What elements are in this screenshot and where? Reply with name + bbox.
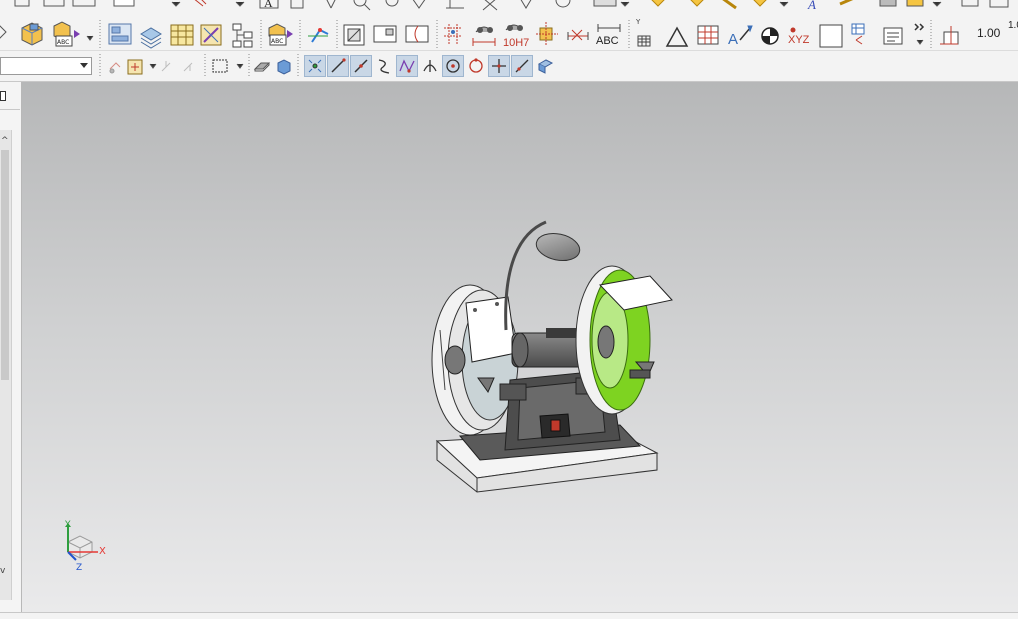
svg-text:A: A — [807, 0, 816, 12]
sketch-icon — [43, 0, 65, 7]
snap-mid-button[interactable] — [350, 55, 372, 77]
flag-icon — [651, 0, 665, 7]
text-note-button[interactable] — [882, 22, 906, 48]
layers-button[interactable] — [138, 20, 166, 46]
scale-value-2[interactable]: 1.0 — [1008, 20, 1018, 31]
break-view-button[interactable] — [404, 20, 430, 46]
section-button[interactable] — [342, 20, 368, 46]
detail-view-button[interactable] — [372, 20, 398, 46]
leader-a-label: A — [728, 31, 739, 48]
grid-button[interactable] — [442, 20, 466, 46]
dimension-icon — [14, 0, 30, 7]
scroll-up-icon[interactable]: ^ — [1, 136, 9, 146]
table-button[interactable] — [168, 20, 196, 46]
snap-point-button[interactable] — [304, 55, 326, 77]
snap-cross-button[interactable] — [488, 55, 510, 77]
ordinate-button[interactable] — [566, 20, 590, 46]
xyz-label: XYZ — [788, 34, 810, 46]
zoom-icon — [353, 0, 367, 7]
graphics-viewport[interactable]: Y X Z — [22, 82, 1018, 612]
dim-horizontal-button[interactable] — [471, 20, 497, 46]
datum-button[interactable] — [758, 20, 784, 48]
snap-circle-icon — [469, 58, 483, 73]
snap-arc-icon — [399, 59, 415, 73]
point-icon — [326, 0, 336, 9]
snap-circle-button[interactable] — [465, 55, 487, 77]
surface-y-label: Y — [636, 18, 641, 26]
surface-finish-button[interactable]: Y — [636, 18, 660, 48]
box-select-button[interactable] — [211, 55, 245, 77]
measure-button[interactable] — [198, 20, 226, 46]
scroll-down-icon[interactable]: v — [0, 566, 5, 576]
power-switch — [539, 413, 571, 439]
snap-tangent-button[interactable] — [419, 55, 441, 77]
bench-grinder-model[interactable] — [22, 82, 1018, 612]
snap-tangent-icon — [423, 60, 437, 72]
nav-back-icon — [0, 25, 7, 39]
scale-value[interactable]: 1.00 — [977, 26, 1000, 40]
filter-button[interactable] — [126, 55, 146, 77]
snap-point-icon — [308, 59, 322, 73]
toolbar-row-snap — [0, 51, 1018, 82]
snap-line-button[interactable] — [327, 55, 349, 77]
fit-button[interactable]: 10H7 — [503, 18, 531, 49]
select-button[interactable] — [106, 55, 126, 77]
fit-label: 10H7 — [503, 37, 530, 49]
work-lamp — [504, 220, 581, 331]
scale-button[interactable] — [940, 20, 964, 48]
triangle-button[interactable] — [664, 20, 690, 48]
panel-scrollbar[interactable]: ^ v — [0, 130, 12, 600]
label-button[interactable] — [267, 20, 295, 46]
shade-button[interactable] — [253, 55, 273, 77]
snap-center-icon — [446, 59, 460, 73]
axis-button[interactable] — [306, 20, 334, 46]
leader-button[interactable]: A — [726, 20, 754, 48]
bookmark-icon — [906, 0, 924, 7]
cube-button[interactable] — [28, 20, 58, 44]
snap-mid-icon — [354, 59, 368, 73]
wcs-button[interactable]: XYZ — [788, 20, 816, 48]
snap-perp-icon — [515, 59, 529, 73]
view-cube-icon — [537, 59, 554, 74]
svg-text:ABC: ABC — [57, 39, 69, 46]
axis-x-label: X — [99, 546, 106, 557]
symbol-table-button[interactable] — [696, 20, 722, 48]
axis-y-label: Y — [65, 520, 71, 530]
scroll-thumb[interactable] — [1, 150, 9, 380]
toolbar-row-main: ABC ABC 10H7 ABC Y A XYZ 1.00 1. — [0, 14, 1018, 51]
view-cube-button-2[interactable] — [534, 55, 556, 77]
snap-curve-icon — [378, 59, 390, 74]
tree-button[interactable] — [230, 20, 258, 46]
panel-toggle-button[interactable] — [0, 91, 6, 101]
axis-z-label: Z — [76, 563, 83, 573]
snap-cross-icon — [492, 59, 506, 73]
snap-center-button[interactable] — [442, 55, 464, 77]
toolbar-row-top: A A — [0, 0, 1018, 14]
resource-bar: ^ v — [0, 82, 22, 612]
abc-label: ABC — [596, 35, 619, 47]
snap-line-icon — [331, 58, 346, 73]
more-tools-button[interactable] — [912, 18, 926, 48]
toolbar-top-icons[interactable]: A A — [0, 0, 1018, 14]
svg-text:A: A — [264, 0, 273, 10]
blank-box-button[interactable] — [818, 22, 844, 48]
chain-dim-button[interactable] — [534, 20, 560, 46]
snap-button[interactable] — [160, 55, 200, 77]
snap-perp-button[interactable] — [511, 55, 533, 77]
snap-curve-button[interactable] — [373, 55, 395, 77]
view-cube-button[interactable] — [276, 55, 296, 77]
table-note-button[interactable] — [850, 20, 878, 48]
note-button[interactable]: ABC — [596, 18, 624, 48]
snap-arc-button[interactable] — [396, 55, 418, 77]
view-button[interactable] — [106, 20, 134, 46]
panel-divider — [0, 109, 20, 110]
